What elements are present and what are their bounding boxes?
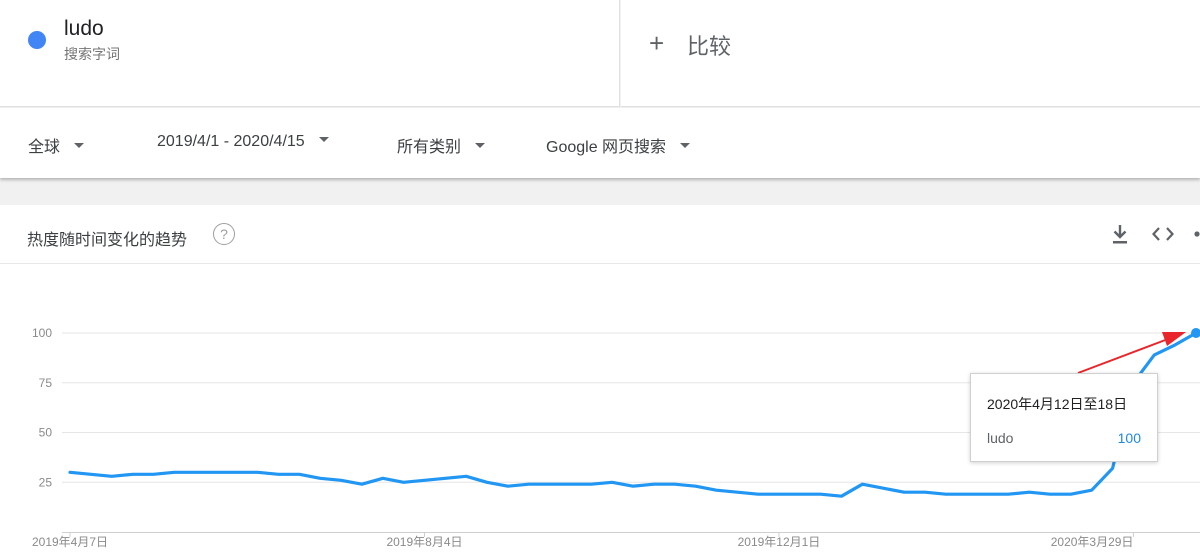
y-tick-label: 25 [39, 475, 53, 489]
x-tick-label: 2020年3月29日 [1051, 535, 1134, 549]
x-tick-label: 2019年4月7日 [32, 535, 108, 549]
tooltip-date: 2020年4月12日至18日 [987, 396, 1128, 412]
y-tick-label: 75 [39, 376, 53, 390]
tooltip-series-name: ludo [987, 430, 1014, 446]
tooltip-value: 100 [1117, 430, 1141, 446]
y-tick-label: 100 [32, 326, 52, 340]
x-tick-label: 2019年8月4日 [386, 535, 462, 549]
x-tick-label: 2019年12月1日 [738, 535, 821, 549]
line-chart: 25 50 75 100 2019年4月7日 2019年8月4日 2019年12月1日 202… [32, 326, 1200, 549]
y-tick-label: 50 [39, 426, 53, 440]
chart-tooltip: 2020年4月12日至18日 ludo 100 [970, 373, 1158, 462]
